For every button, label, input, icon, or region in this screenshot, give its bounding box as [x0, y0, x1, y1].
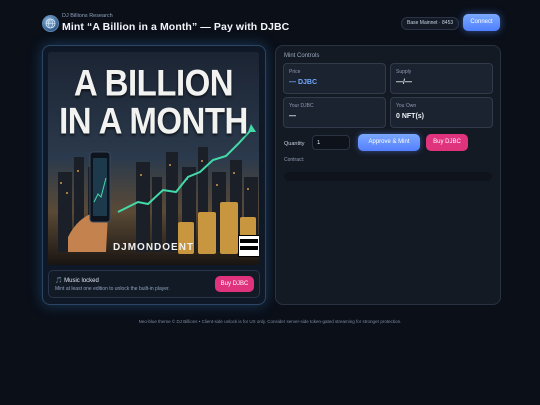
player-locked-title: 🎵 Music locked	[55, 278, 99, 284]
stat-label: Price	[289, 69, 301, 75]
stat-value: 0 NFT(s)	[396, 113, 424, 120]
stat-label: You Own	[396, 103, 417, 109]
contract-label: Contract:	[284, 157, 305, 163]
header: DJ Billions Research Mint “A Billion in …	[0, 0, 540, 40]
buy-djbc-button-player[interactable]: Buy DJBC	[215, 276, 254, 292]
quantity-input[interactable]	[312, 135, 350, 150]
page-title: Mint “A Billion in a Month” — Pay with D…	[62, 21, 290, 33]
stat-your-djbc: Your DJBC —	[283, 97, 386, 128]
stat-price: Price — DJBC	[283, 63, 386, 94]
quantity-label: Quantity	[284, 141, 305, 147]
contract-address-field	[284, 172, 492, 181]
artwork-title-line2: IN A MONTH	[59, 99, 248, 142]
parental-advisory-icon	[238, 235, 259, 257]
footer-note: Neo-blue theme © DJ Billions • Client-si…	[138, 319, 402, 324]
approve-and-mint-button[interactable]: Approve & Mint	[358, 134, 420, 151]
stat-supply: Supply —/—	[390, 63, 493, 94]
mint-controls-card: Mint Controls Price — DJBC Supply —/— Yo…	[275, 45, 501, 305]
stat-label: Your DJBC	[289, 103, 314, 109]
stat-you-own: You Own 0 NFT(s)	[390, 97, 493, 128]
player-locked-description: Mint at least one edition to unlock the …	[55, 286, 170, 292]
stat-value: — DJBC	[289, 79, 318, 86]
album-artwork: A BILLION IN A MONTH DJMONDOENT	[48, 52, 259, 265]
artwork-card: A BILLION IN A MONTH DJMONDOENT 🎵 Music …	[42, 45, 266, 305]
connect-button[interactable]: Connect	[463, 14, 500, 31]
network-badge: Base Mainnet · 8453	[401, 17, 460, 30]
artwork-title-line1: A BILLION	[73, 61, 234, 104]
stat-value: —	[289, 113, 296, 120]
artwork-artist: DJMONDOENT	[112, 242, 195, 253]
stat-label: Supply	[396, 69, 412, 75]
globe-logo-icon	[42, 15, 59, 32]
brand-subtitle: DJ Billions Research	[62, 13, 113, 19]
mint-controls-title: Mint Controls	[284, 53, 320, 59]
music-player-locked: 🎵 Music locked Mint at least one edition…	[48, 270, 260, 298]
stat-value: —/—	[396, 79, 412, 86]
buy-djbc-button[interactable]: Buy DJBC	[426, 134, 468, 151]
